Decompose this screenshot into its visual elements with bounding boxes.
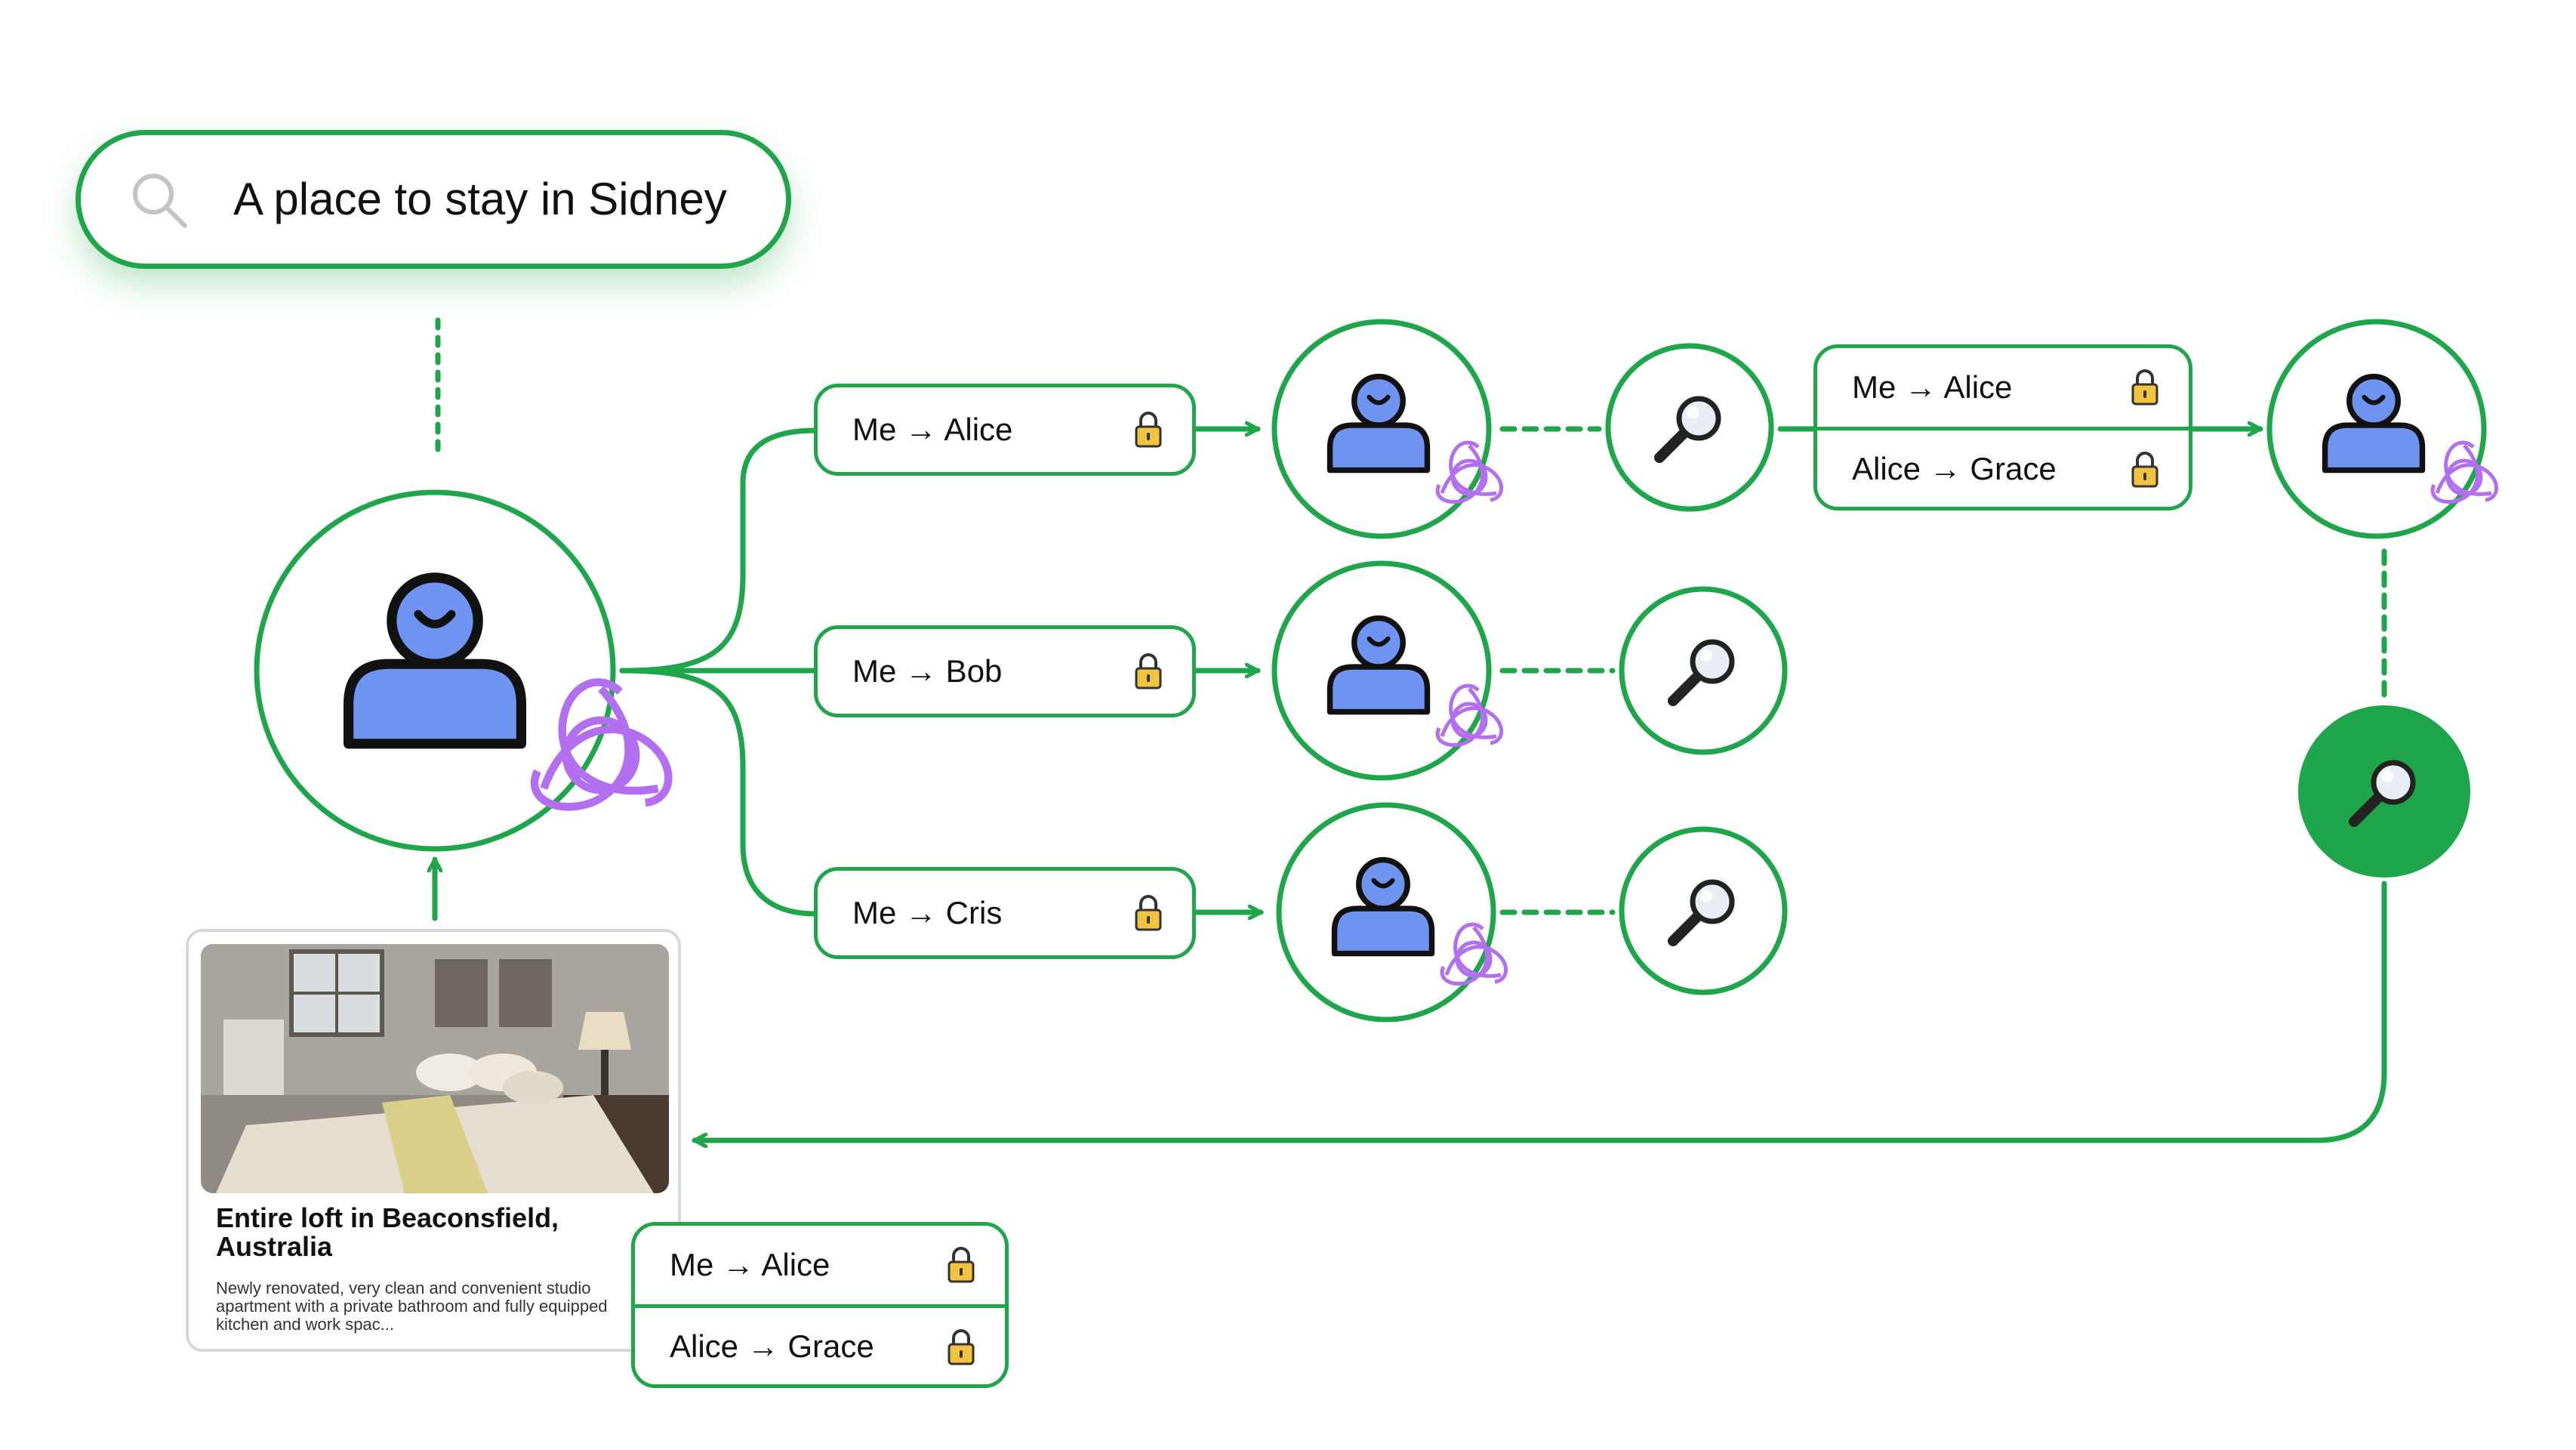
- lock-icon: [948, 1247, 975, 1283]
- edge-label: Me → Alice: [670, 1247, 830, 1282]
- edge-row: Alice → Grace: [1817, 427, 2189, 507]
- edge-row: Me → Cris: [818, 871, 1192, 955]
- result-route-box: Me → Alice Alice → Grace: [631, 1222, 1009, 1388]
- lock-icon: [1135, 653, 1162, 690]
- edge-row: Me → Alice: [635, 1226, 1005, 1304]
- search-bar[interactable]: A place to stay in Sidney: [75, 130, 791, 269]
- lock-icon: [1135, 412, 1162, 448]
- lock-icon: [1135, 895, 1162, 931]
- listing-title: Entire loft in Beaconsfield, Australia: [216, 1202, 559, 1262]
- edge-label: Me → Alice: [852, 412, 1013, 447]
- edge-box-me-cris: Me → Cris: [814, 867, 1196, 959]
- edge-row: Me → Bob: [818, 629, 1192, 714]
- search-query: A place to stay in Sidney: [233, 174, 727, 224]
- edge-label: Alice → Grace: [670, 1328, 874, 1364]
- listing-photo: [201, 944, 669, 1193]
- edge-label: Alice → Grace: [1852, 450, 2057, 486]
- listing-card[interactable]: Entire loft in Beaconsfield, Australia N…: [186, 929, 681, 1352]
- edge-label: Me → Alice: [1852, 369, 2013, 405]
- route-box: Me → Alice Alice → Grace: [1813, 344, 2192, 511]
- edge-box-me-bob: Me → Bob: [814, 625, 1196, 717]
- search-icon: [131, 171, 191, 232]
- lock-icon: [948, 1329, 975, 1365]
- edge-row: Me → Alice: [818, 387, 1192, 472]
- edge-box-me-alice: Me → Alice: [814, 384, 1196, 476]
- edge-main-to-alice: [619, 427, 818, 674]
- edge-label: Me → Bob: [852, 653, 1003, 689]
- edge-label: Me → Cris: [852, 895, 1003, 930]
- lock-icon: [2131, 369, 2158, 406]
- lock-icon: [2131, 452, 2158, 488]
- edge-row: Alice → Grace: [635, 1304, 1005, 1384]
- listing-description: Newly renovated, very clean and convenie…: [216, 1279, 608, 1334]
- edge-row: Me → Alice: [1817, 348, 2189, 427]
